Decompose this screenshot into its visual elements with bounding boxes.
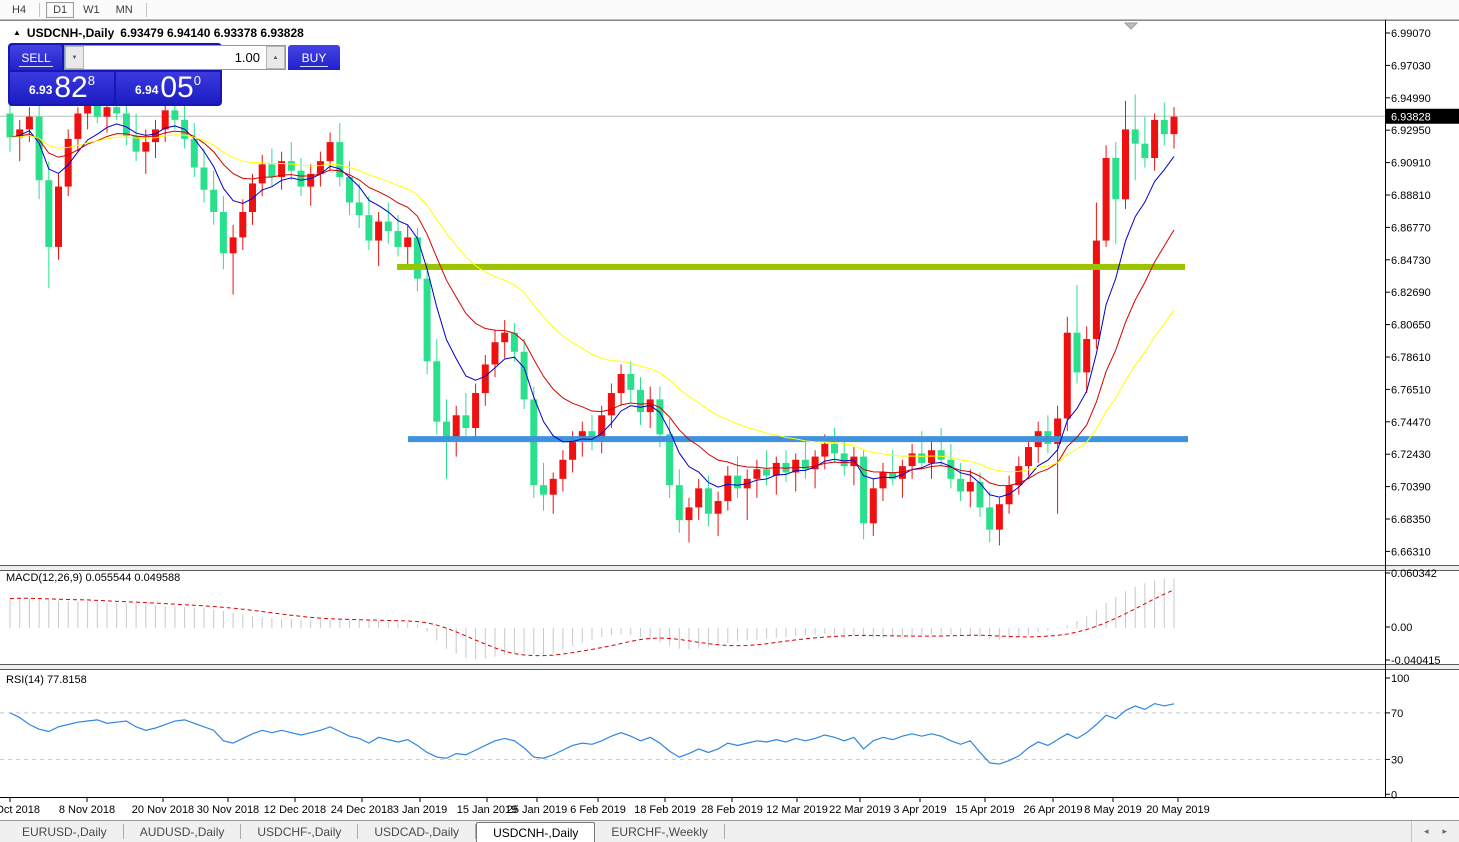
macd-indicator-label: MACD(12,26,9) 0.055544 0.049588	[6, 572, 181, 584]
price-axis-label: 6.80650	[1391, 320, 1431, 332]
rsi-axis-label: 0	[1391, 789, 1397, 801]
chart-tab[interactable]: USDCHF-,Daily	[241, 824, 359, 839]
rsi-axis-label: 70	[1391, 708, 1403, 720]
price-axis-label: 6.90910	[1391, 158, 1431, 170]
chart-tab[interactable]: USDCNH-,Daily	[476, 822, 596, 842]
price-axis-label: 6.84730	[1391, 255, 1431, 267]
collapse-panel-icon[interactable]: ▲	[13, 28, 21, 37]
price-chart-canvas[interactable]: 6.99070 6.97030 6.94990 6.92950 6.90910 6.888…	[0, 0, 1459, 842]
price-axis-label: 6.97030	[1391, 60, 1431, 72]
date-axis-label: 29 Oct 2018	[0, 804, 40, 816]
resistance-line[interactable]	[397, 263, 1185, 270]
toolbar-separator	[39, 2, 41, 17]
date-axis-label: 8 May 2019	[1084, 804, 1141, 816]
date-axis-label: 3 Jan 2019	[393, 804, 447, 816]
date-axis-label: 3 Apr 2019	[893, 804, 946, 816]
tab-scroll-controls: ◂ ▸	[1410, 821, 1459, 842]
sell-button-label: SELL	[19, 50, 53, 67]
date-axis-label: 28 Feb 2019	[701, 804, 763, 816]
tab-scroll-left-icon[interactable]: ◂	[1424, 826, 1429, 837]
tab-scroll-right-icon[interactable]: ▸	[1442, 826, 1447, 837]
rsi-axis-label: 100	[1391, 673, 1409, 685]
buy-button[interactable]: BUY	[288, 45, 340, 70]
timeframe-toolbar: H4 D1 W1 MN	[0, 0, 1459, 20]
date-axis-label: 12 Dec 2018	[264, 804, 326, 816]
price-axis-label: 6.86770	[1391, 222, 1431, 234]
timeframe-mn-button[interactable]: MN	[109, 2, 140, 18]
price-axis-label: 6.70390	[1391, 482, 1431, 494]
timeframe-d1-button[interactable]: D1	[46, 1, 75, 18]
price-axis-label: 6.88810	[1391, 190, 1431, 202]
volume-increase-button[interactable]: ▲	[266, 46, 285, 69]
one-click-trading-panel: SELL ▼ ▲ BUY 6.93 82 8 6.94 05 0	[8, 43, 340, 106]
rsi-axis-label: 30	[1391, 754, 1403, 766]
macd-axis-label: 0.00	[1391, 622, 1412, 634]
volume-decrease-button[interactable]: ▼	[65, 46, 84, 69]
price-axis-label: 6.74470	[1391, 417, 1431, 429]
macd-axis-label: -0.040415	[1391, 655, 1441, 667]
date-axis-label: 12 Mar 2019	[766, 804, 828, 816]
buy-button-label: BUY	[299, 50, 329, 67]
date-axis-label: 25 Jan 2019	[507, 804, 568, 816]
chart-tab[interactable]: EURUSD-,Daily	[6, 824, 124, 839]
date-axis-label: 18 Feb 2019	[634, 804, 696, 816]
chart-symbol-label: USDCNH-,Daily	[26, 26, 115, 40]
chart-tab[interactable]: USDCAD-,Daily	[358, 824, 477, 839]
chart-title: ▲ USDCNH-,Daily 6.93479 6.94140 6.93378 …	[13, 26, 304, 40]
buy-price-button[interactable]: 6.94 05 0	[116, 72, 220, 104]
chart-ohlc-values: 6.93479 6.94140 6.93378 6.93828	[120, 26, 304, 40]
sell-price-big: 82	[54, 71, 88, 104]
date-axis-label: 20 Nov 2018	[132, 804, 194, 816]
price-axis-label: 6.92950	[1391, 125, 1431, 137]
date-axis-label: 8 Nov 2018	[59, 804, 115, 816]
chart-tab[interactable]: AUDUSD-,Daily	[124, 824, 242, 839]
chart-tabs: EURUSD-,Daily AUDUSD-,Daily USDCHF-,Daily U…	[0, 821, 725, 842]
date-axis-label: 6 Feb 2019	[570, 804, 626, 816]
chart-tab-bar: EURUSD-,Daily AUDUSD-,Daily USDCHF-,Daily U…	[0, 820, 1459, 842]
buy-price-small: 6.94	[135, 83, 159, 97]
date-axis-label: 15 Apr 2019	[955, 804, 1014, 816]
price-axis-label: 6.78610	[1391, 352, 1431, 364]
price-axis-label: 6.99070	[1391, 28, 1431, 40]
volume-stepper: ▼ ▲	[64, 45, 286, 70]
sell-price-small: 6.93	[29, 83, 53, 97]
price-axis-label: 6.94990	[1391, 93, 1431, 105]
date-axis-label: 26 Apr 2019	[1023, 804, 1082, 816]
svg-text:6.93828: 6.93828	[1391, 111, 1431, 123]
triangle-down-icon: ▼	[71, 54, 78, 61]
triangle-up-icon: ▲	[272, 54, 279, 61]
timeframe-w1-button[interactable]: W1	[76, 2, 107, 18]
sell-price-button[interactable]: 6.93 82 8	[10, 72, 114, 104]
date-axis-label: 20 May 2019	[1146, 804, 1210, 816]
date-axis-label: 24 Dec 2018	[331, 804, 393, 816]
sell-button[interactable]: SELL	[10, 45, 62, 70]
current-price-tag: 6.93828	[1386, 108, 1459, 124]
macd-axis-label: 0.060342	[1391, 568, 1437, 580]
price-axis-label: 6.66310	[1391, 546, 1431, 558]
sell-price-sup: 8	[87, 73, 95, 88]
rsi-indicator-label: RSI(14) 77.8158	[6, 674, 87, 686]
price-axis-label: 6.72430	[1391, 449, 1431, 461]
price-axis-label: 6.82690	[1391, 287, 1431, 299]
price-axis-label: 6.76510	[1391, 384, 1431, 396]
date-axis-label: 30 Nov 2018	[197, 804, 259, 816]
buy-price-sup: 0	[193, 73, 201, 88]
buy-price-big: 05	[160, 71, 194, 104]
chart-tab[interactable]: EURCHF-,Weekly	[595, 824, 725, 839]
date-axis-label: 22 Mar 2019	[829, 804, 891, 816]
toolbar-separator	[145, 2, 147, 17]
timeframe-h4-button[interactable]: H4	[5, 2, 33, 18]
price-axis-label: 6.68350	[1391, 514, 1431, 526]
volume-input[interactable]	[84, 46, 266, 69]
